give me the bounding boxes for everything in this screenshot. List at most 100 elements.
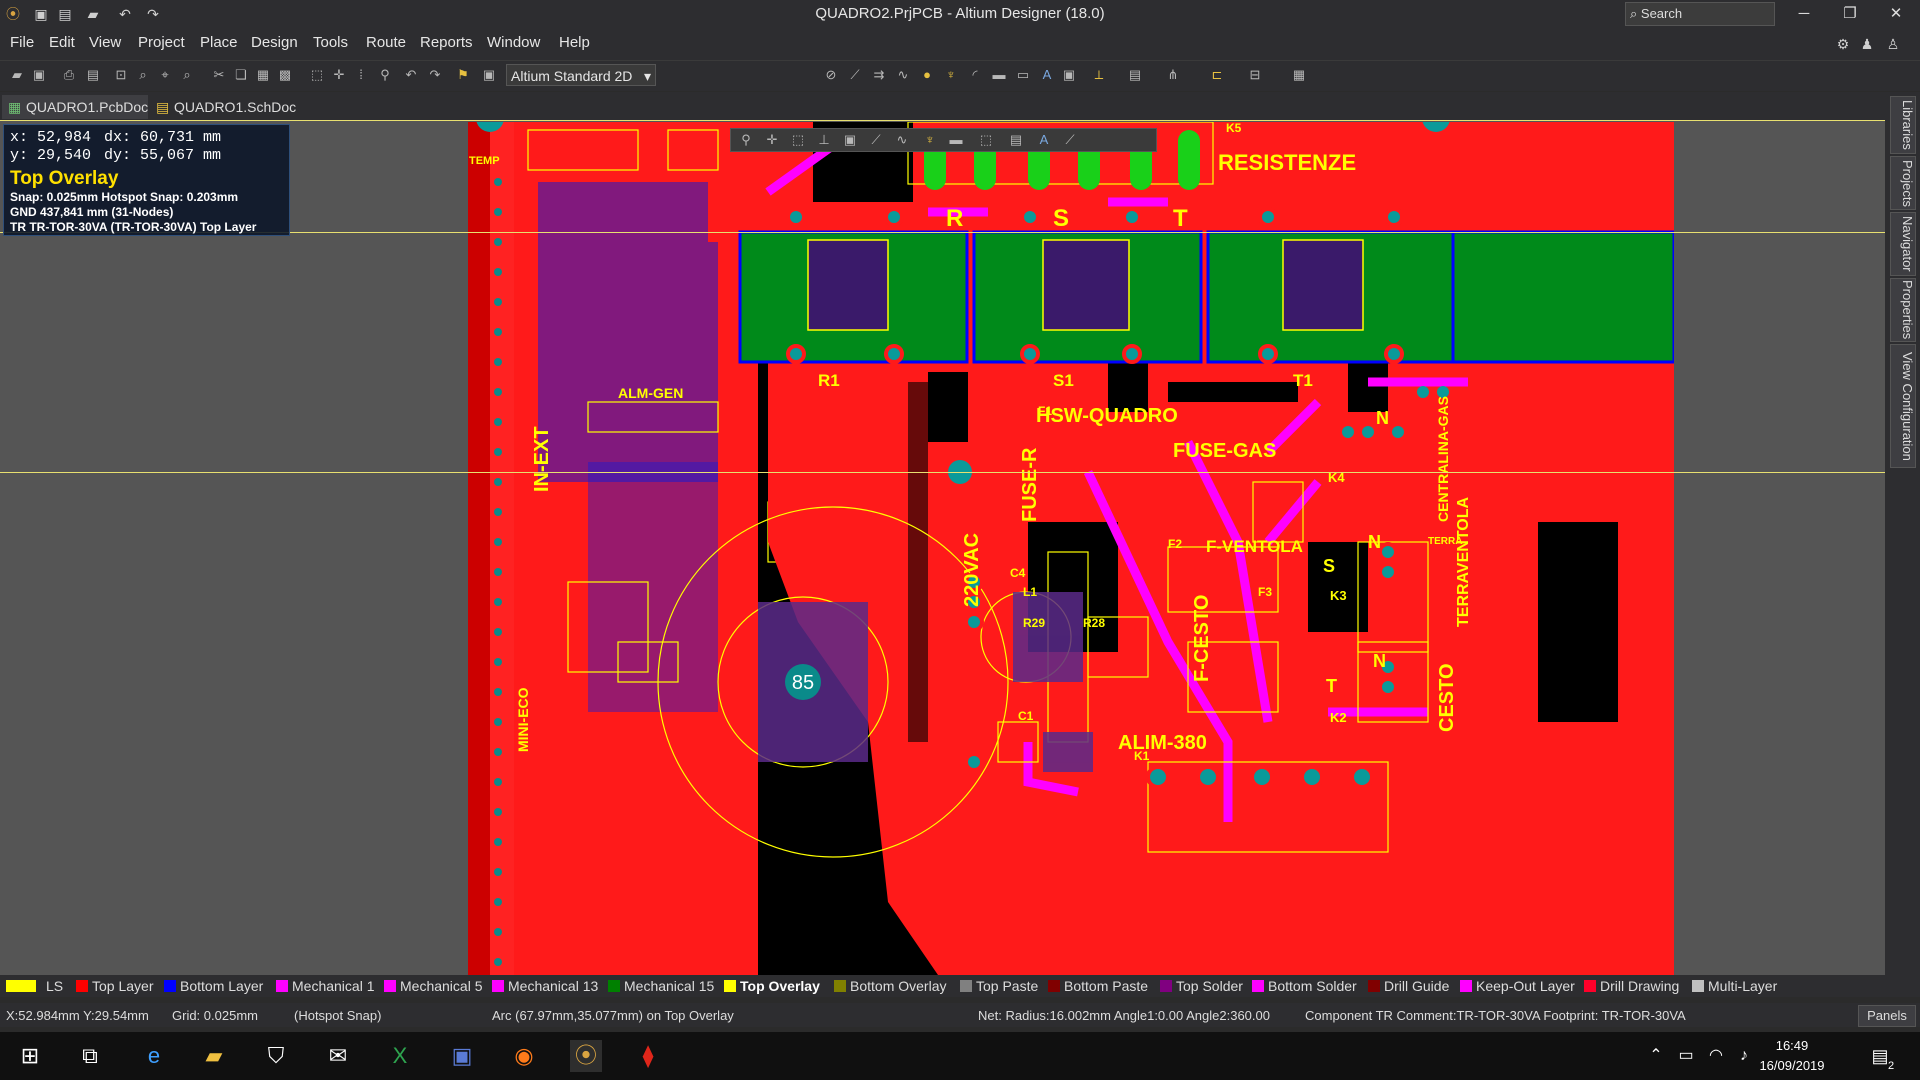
menu-route[interactable]: Route [366,34,406,51]
menu-window[interactable]: Window [487,34,540,51]
layer-tab-bottom-paste[interactable]: Bottom Paste [1046,978,1148,994]
panel-tab-navigator[interactable]: Navigator [1890,212,1916,276]
zoom-area-icon[interactable]: ⌕ [134,66,152,84]
layer-tab-drill-guide[interactable]: Drill Guide [1366,978,1449,994]
taskbar-date[interactable]: 16/09/2019 [1752,1058,1832,1073]
undo-icon[interactable]: ↶ [402,66,420,84]
diff-pair-routing-icon[interactable]: ⟋ [846,66,864,84]
tune-icon[interactable]: ∿ [893,131,911,149]
string-icon[interactable]: A [1038,66,1056,84]
search-box[interactable]: ⌕ Search [1625,2,1775,26]
panel-tab-libraries[interactable]: Libraries [1890,96,1916,154]
user-icon[interactable]: ♙ [1884,35,1902,53]
interactive-routing-icon[interactable]: ⊘ [822,66,840,84]
taskbar-time[interactable]: 16:49 [1752,1038,1832,1053]
altium-taskbar-icon[interactable]: ⦿ [570,1040,602,1072]
panel-tab-view-configuration[interactable]: View Configuration [1890,344,1916,468]
pdf-reader-icon[interactable]: ⧫ [632,1040,664,1072]
dimension-icon[interactable]: ⟂ [1090,66,1108,84]
layer-tab-multi-layer[interactable]: Multi-Layer [1690,978,1777,994]
minimize-button[interactable]: ─ [1781,0,1827,28]
notification-icon[interactable]: ♟ [1858,35,1876,53]
fill-icon[interactable]: ▬ [990,66,1008,84]
text-icon[interactable]: A [1035,131,1053,149]
chevron-up-icon[interactable]: ⌃ [1640,1040,1672,1072]
zoom-fit-icon[interactable]: ⊡ [112,66,130,84]
design-rule-icon[interactable]: ⋔ [1164,66,1182,84]
save-icon[interactable]: ▣ [30,66,48,84]
panel-tab-projects[interactable]: Projects [1890,156,1916,210]
menu-file[interactable]: File [10,34,34,51]
layer-tab-ls[interactable]: LS [4,978,63,994]
region-icon[interactable]: ▭ [1014,66,1032,84]
redo-icon[interactable]: ↷ [426,66,444,84]
maximize-button[interactable]: ❐ [1827,0,1873,28]
panels-button[interactable]: Panels [1858,1005,1916,1027]
edge-browser-icon[interactable]: e [138,1040,170,1072]
grid-icon[interactable]: ▦ [1290,66,1308,84]
layer-tab-top-paste[interactable]: Top Paste [958,978,1038,994]
open-icon[interactable]: ▰ [8,66,26,84]
excel-icon[interactable]: X [384,1040,416,1072]
keepout-icon[interactable]: ▤ [1007,131,1025,149]
align-icon[interactable]: ⊥ [815,131,833,149]
panel-tab-properties[interactable]: Properties [1890,278,1916,342]
print-preview-icon[interactable]: ▤ [84,66,102,84]
rubber-stamp-icon[interactable]: ▩ [276,66,294,84]
battery-icon[interactable]: ▭ [1670,1040,1702,1072]
layer-tab-top-solder[interactable]: Top Solder [1158,978,1243,994]
move-icon[interactable]: ✛ [330,66,348,84]
mail-icon[interactable]: ✉ [322,1040,354,1072]
pcb-board[interactable]: RESISTENZE R S T HSW-QUADRO FUSE-GAS F-V… [468,122,1674,975]
select-area-icon[interactable]: ⬚ [308,66,326,84]
pcb-canvas[interactable]: RESISTENZE R S T HSW-QUADRO FUSE-GAS F-V… [0,120,1885,975]
firefox-icon[interactable]: ◉ [508,1040,540,1072]
component-icon[interactable]: ▣ [841,131,859,149]
menu-place[interactable]: Place [200,34,238,51]
tab-quadro1-pcbdoc[interactable]: ▦ QUADRO1.PcbDoc [2,95,148,119]
cut-icon[interactable]: ✂ [210,66,228,84]
task-view-icon[interactable]: ⧉ [74,1040,106,1072]
menu-reports[interactable]: Reports [420,34,473,51]
menu-design[interactable]: Design [251,34,298,51]
layer-tab-mechanical-5[interactable]: Mechanical 5 [382,978,483,994]
print-icon[interactable]: ⎙ [60,66,78,84]
cross-probe-icon[interactable]: ⚑ [454,66,472,84]
polygon-icon[interactable]: ⬚ [977,131,995,149]
layer-tab-bottom-solder[interactable]: Bottom Solder [1250,978,1357,994]
via-icon[interactable]: ♆ [921,131,939,149]
layer-tab-bottom-layer[interactable]: Bottom Layer [162,978,263,994]
tab-quadro1-schdoc[interactable]: ▤ QUADRO1.SchDoc [150,95,300,119]
place-via-icon[interactable]: ● [918,66,936,84]
paste-icon[interactable]: ▦ [254,66,272,84]
select-icon[interactable]: ⬚ [789,131,807,149]
report-icon[interactable]: ⊏ [1208,66,1226,84]
layer-tab-top-overlay[interactable]: Top Overlay [722,978,820,994]
multi-route-icon[interactable]: ⇉ [870,66,888,84]
menu-edit[interactable]: Edit [49,34,75,51]
arc-icon[interactable]: ◜ [966,66,984,84]
view-configuration-select[interactable]: Altium Standard 2D ▾ [506,64,656,86]
layer-tab-bottom-overlay[interactable]: Bottom Overlay [832,978,946,994]
component-icon[interactable]: ▣ [1060,66,1078,84]
save-disk-icon[interactable]: ▣ [446,1040,478,1072]
menu-help[interactable]: Help [559,34,590,51]
copy-icon[interactable]: ❏ [232,66,250,84]
align-tools-icon[interactable]: ▤ [1126,66,1144,84]
menu-view[interactable]: View [89,34,121,51]
windows-start-icon[interactable]: ⊞ [14,1040,46,1072]
store-icon[interactable]: ⛉ [260,1040,292,1072]
fill-icon[interactable]: ▬ [947,131,965,149]
layer-tab-mechanical-1[interactable]: Mechanical 1 [274,978,375,994]
layer-tab-keep-out-layer[interactable]: Keep-Out Layer [1458,978,1575,994]
move-icon[interactable]: ✛ [763,131,781,149]
layer-tab-mechanical-13[interactable]: Mechanical 13 [490,978,598,994]
zoom-selected-icon[interactable]: ⌖ [156,66,174,84]
close-button[interactable]: ✕ [1873,0,1919,28]
gear-icon[interactable]: ⚙ [1834,35,1852,53]
layer-tab-top-layer[interactable]: Top Layer [74,978,153,994]
file-explorer-icon[interactable]: ▰ [198,1040,230,1072]
place-pad-icon[interactable]: ♆ [942,66,960,84]
menu-tools[interactable]: Tools [313,34,348,51]
route-icon[interactable]: ⟋ [867,131,885,149]
